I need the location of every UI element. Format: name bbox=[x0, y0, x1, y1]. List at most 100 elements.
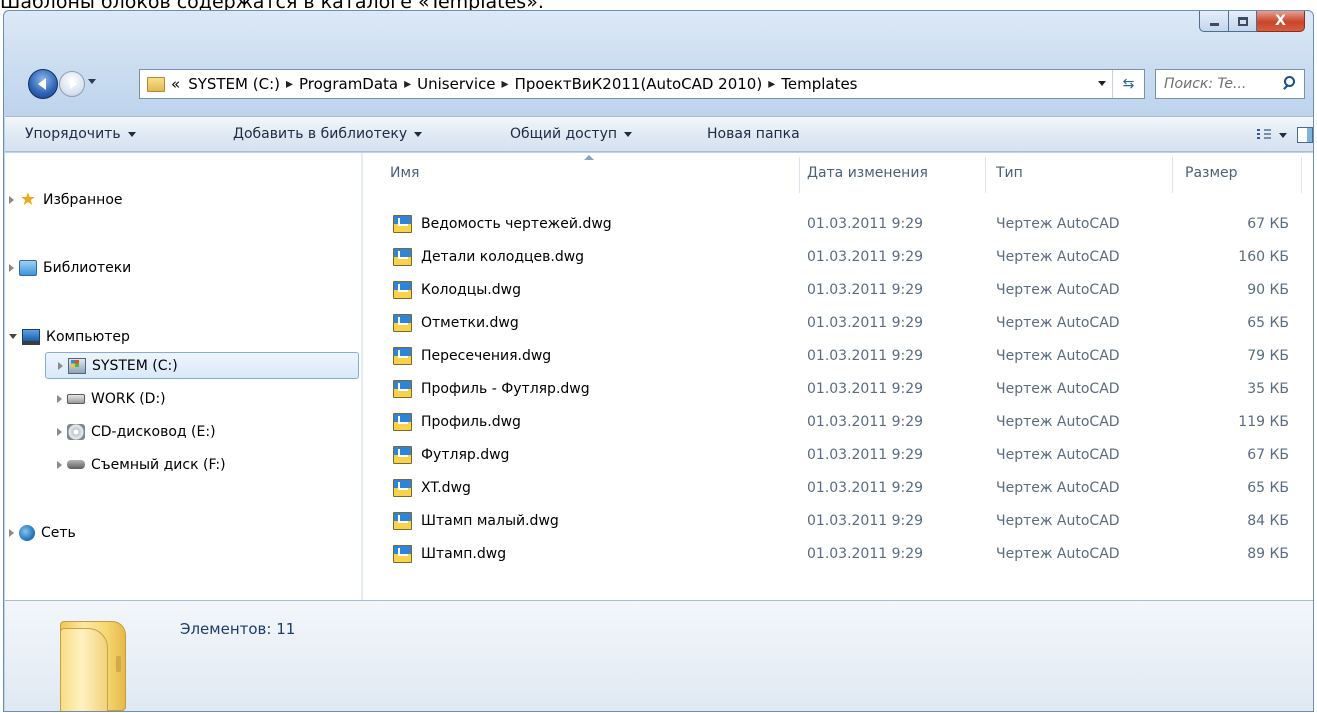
chevron-right-icon[interactable]: ▸ bbox=[502, 76, 509, 92]
file-date: 01.03.2011 9:29 bbox=[807, 315, 924, 331]
sidebar-item-drive-c[interactable]: SYSTEM (C:) bbox=[45, 352, 359, 379]
add-to-library-label: Добавить в библиотеку bbox=[233, 126, 408, 142]
file-date: 01.03.2011 9:29 bbox=[807, 447, 924, 463]
network-icon bbox=[19, 524, 35, 541]
library-icon bbox=[19, 259, 37, 276]
sidebar-item-label: Съемный диск (F:) bbox=[91, 456, 226, 473]
file-name: Пересечения.dwg bbox=[421, 348, 552, 364]
chevron-right-icon[interactable]: ▸ bbox=[404, 76, 411, 92]
dwg-file-icon bbox=[393, 314, 412, 332]
table-row[interactable]: Штамп малый.dwg 01.03.2011 9:29 Чертеж Aut… bbox=[363, 505, 1313, 538]
column-header-size[interactable]: Размер bbox=[1185, 153, 1238, 193]
close-icon: X bbox=[1275, 13, 1286, 29]
sidebar-item-network[interactable]: Сеть bbox=[9, 519, 362, 546]
expand-icon[interactable] bbox=[9, 263, 14, 272]
file-size: 79 КБ bbox=[1247, 348, 1289, 364]
organize-label: Упорядочить bbox=[25, 126, 121, 142]
file-name: Профиль.dwg bbox=[421, 414, 521, 430]
add-to-library-button[interactable]: Добавить в библиотеку bbox=[233, 126, 423, 142]
address-bar[interactable]: « SYSTEM (C:) ▸ ProgramData ▸ Uniservice… bbox=[139, 69, 1145, 99]
expand-icon[interactable] bbox=[58, 361, 63, 370]
breadcrumb-item-project[interactable]: ПроектВиК2011(AutoCAD 2010) bbox=[515, 75, 763, 93]
command-bar: Упорядочить Добавить в библиотеку Общий … bbox=[5, 116, 1313, 152]
hard-drive-icon bbox=[67, 393, 85, 404]
sidebar-item-drive-f[interactable]: Съемный диск (F:) bbox=[57, 451, 410, 478]
expand-icon[interactable] bbox=[9, 195, 14, 204]
file-size: 65 КБ bbox=[1247, 315, 1289, 331]
breadcrumb-item-templates[interactable]: Templates bbox=[781, 75, 857, 93]
view-options-icon[interactable] bbox=[1257, 129, 1271, 141]
minimize-icon bbox=[1209, 23, 1219, 26]
sidebar-item-drive-e[interactable]: CD-дисковод (E:) bbox=[57, 418, 410, 445]
column-header-type[interactable]: Тип bbox=[996, 153, 1023, 193]
sidebar-item-libraries[interactable]: Библиотеки bbox=[9, 254, 362, 281]
sidebar-item-favorites[interactable]: ★ Избранное bbox=[9, 186, 362, 213]
forward-arrow-icon bbox=[70, 79, 77, 89]
table-row[interactable]: Отметки.dwg 01.03.2011 9:29 Чертеж AutoCAD… bbox=[363, 307, 1313, 340]
table-row[interactable]: Колодцы.dwg 01.03.2011 9:29 Чертеж AutoCAD… bbox=[363, 274, 1313, 307]
organize-button[interactable]: Упорядочить bbox=[25, 126, 136, 142]
maximize-button[interactable] bbox=[1229, 11, 1257, 32]
dwg-file-icon bbox=[393, 413, 412, 431]
table-row[interactable]: Ведомость чертежей.dwg 01.03.2011 9:29 Чер… bbox=[363, 208, 1313, 241]
table-row[interactable]: XT.dwg 01.03.2011 9:29 Чертеж AutoCAD 65 КБ bbox=[363, 472, 1313, 505]
column-header-date[interactable]: Дата изменения bbox=[807, 153, 928, 193]
file-date: 01.03.2011 9:29 bbox=[807, 282, 924, 298]
folder-icon bbox=[147, 76, 165, 92]
file-size: 90 КБ bbox=[1247, 282, 1289, 298]
table-row[interactable]: Профиль.dwg 01.03.2011 9:29 Чертеж AutoCAD… bbox=[363, 406, 1313, 439]
breadcrumb-item-uniservice[interactable]: Uniservice bbox=[417, 75, 495, 93]
address-dropdown-button[interactable] bbox=[1098, 81, 1106, 86]
search-input[interactable]: Поиск: Te... bbox=[1155, 69, 1305, 99]
chevron-right-icon[interactable]: ▸ bbox=[768, 76, 775, 92]
table-row[interactable]: Профиль - Футляр.dwg 01.03.2011 9:29 Черте… bbox=[363, 373, 1313, 406]
chevron-down-icon bbox=[414, 131, 423, 137]
dwg-file-icon bbox=[393, 281, 412, 299]
refresh-button[interactable]: ⇆ bbox=[1112, 70, 1144, 98]
column-divider[interactable] bbox=[985, 157, 986, 193]
preview-pane-icon[interactable] bbox=[1297, 127, 1313, 143]
file-type: Чертеж AutoCAD bbox=[996, 480, 1120, 496]
column-header-name[interactable]: Имя bbox=[390, 153, 419, 193]
new-folder-label: Новая папка bbox=[707, 126, 800, 142]
table-row[interactable]: Пересечения.dwg 01.03.2011 9:29 Чертеж Aut… bbox=[363, 340, 1313, 373]
expand-icon[interactable] bbox=[57, 394, 62, 403]
chevron-right-icon[interactable]: ▸ bbox=[286, 76, 293, 92]
sidebar-item-label: WORK (D:) bbox=[91, 390, 166, 407]
sidebar-item-label: Избранное bbox=[43, 191, 123, 208]
search-icon[interactable] bbox=[1278, 71, 1304, 97]
file-size: 89 КБ bbox=[1247, 546, 1289, 562]
sidebar-item-label: Компьютер bbox=[46, 328, 130, 345]
table-row[interactable]: Детали колодцев.dwg 01.03.2011 9:29 Чертеж… bbox=[363, 241, 1313, 274]
table-row[interactable]: Штамп.dwg 01.03.2011 9:29 Чертеж AutoCAD 89… bbox=[363, 538, 1313, 571]
expand-icon[interactable] bbox=[57, 427, 62, 436]
column-divider[interactable] bbox=[799, 157, 800, 193]
breadcrumb-overflow[interactable]: « bbox=[171, 75, 180, 93]
close-button[interactable]: X bbox=[1257, 11, 1305, 32]
sidebar-item-label: Библиотеки bbox=[43, 259, 132, 276]
back-button[interactable] bbox=[28, 69, 58, 99]
file-type: Чертеж AutoCAD bbox=[996, 414, 1120, 430]
collapse-icon[interactable] bbox=[9, 334, 17, 339]
expand-icon[interactable] bbox=[9, 528, 14, 537]
folder-icon bbox=[60, 621, 126, 711]
expand-icon[interactable] bbox=[57, 460, 62, 469]
content-area: ★ Избранное Библиотеки Компьютер SYSTEM … bbox=[5, 153, 1313, 600]
table-row[interactable]: Футляр.dwg 01.03.2011 9:29 Чертеж AutoCAD 6… bbox=[363, 439, 1313, 472]
sidebar-item-computer[interactable]: Компьютер bbox=[9, 323, 362, 350]
column-divider[interactable] bbox=[1172, 157, 1173, 193]
history-dropdown-button[interactable] bbox=[88, 79, 96, 84]
column-divider[interactable] bbox=[1301, 157, 1302, 193]
forward-button[interactable] bbox=[59, 71, 85, 97]
breadcrumb-item-system[interactable]: SYSTEM (C:) bbox=[188, 75, 280, 93]
file-name: Детали колодцев.dwg bbox=[421, 249, 585, 265]
file-list: Имя Дата изменения Тип Размер Ведомость … bbox=[363, 153, 1313, 600]
share-button[interactable]: Общий доступ bbox=[510, 126, 633, 142]
file-name: Отметки.dwg bbox=[421, 315, 519, 331]
sidebar-item-drive-d[interactable]: WORK (D:) bbox=[57, 385, 410, 412]
minimize-button[interactable] bbox=[1199, 11, 1229, 32]
breadcrumb-item-programdata[interactable]: ProgramData bbox=[299, 75, 398, 93]
new-folder-button[interactable]: Новая папка bbox=[707, 126, 800, 142]
view-dropdown-button[interactable] bbox=[1279, 133, 1287, 138]
file-type: Чертеж AutoCAD bbox=[996, 315, 1120, 331]
